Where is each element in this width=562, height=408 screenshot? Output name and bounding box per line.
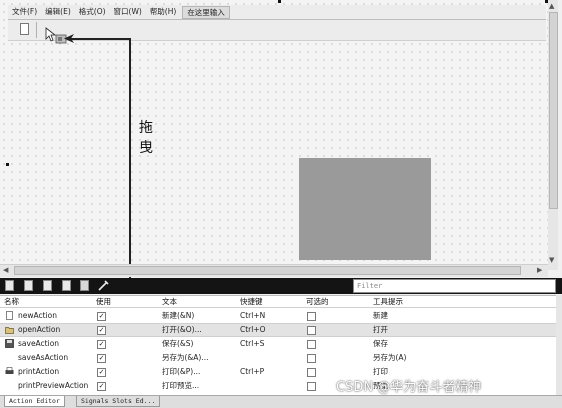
drag-path-line — [129, 38, 131, 284]
cut-action-icon[interactable] — [43, 280, 52, 291]
column-header-name[interactable]: 名称 — [4, 296, 19, 307]
action-table-scrollbar[interactable] — [556, 295, 562, 395]
copy-action-icon[interactable] — [24, 280, 33, 291]
placeholder-widget[interactable] — [299, 158, 431, 260]
column-header-checkable[interactable]: 可选的 — [306, 296, 329, 307]
checkable-checkbox[interactable] — [307, 312, 316, 321]
menu-format[interactable]: 格式(O) — [75, 5, 110, 19]
action-tooltip-cell: 另存为(A) — [373, 353, 407, 362]
paste-action-icon[interactable] — [62, 280, 71, 291]
printer-icon — [5, 367, 14, 374]
arrow-left-icon — [64, 34, 74, 43]
menu-window[interactable]: 窗口(W) — [110, 5, 146, 19]
scroll-down-icon[interactable]: ▼ — [549, 255, 554, 265]
action-name-cell: printAction — [18, 367, 60, 376]
table-row[interactable] — [0, 323, 556, 337]
action-name-cell: printPreviewAction — [18, 381, 89, 390]
csdn-watermark: CSDN @华为奋斗者精神 — [336, 380, 482, 395]
table-row[interactable] — [0, 337, 556, 351]
used-checkbox[interactable]: ✓ — [97, 312, 106, 321]
used-checkbox[interactable]: ✓ — [97, 354, 106, 363]
open-folder-icon — [5, 327, 14, 334]
header-divider — [0, 307, 556, 308]
checkable-checkbox[interactable] — [307, 382, 316, 391]
table-row[interactable] — [0, 351, 556, 365]
column-header-tooltip[interactable]: 工具提示 — [373, 296, 403, 307]
tab-action-editor[interactable]: Action Editor — [4, 396, 65, 407]
tab-signals-slots-editor[interactable]: Signals Slots Ed... — [76, 396, 161, 407]
column-header-shortcut[interactable]: 快捷键 — [240, 296, 263, 307]
action-text-cell: 打开(&O)... — [162, 325, 202, 334]
action-text-cell: 保存(&S) — [162, 339, 194, 348]
used-checkbox[interactable]: ✓ — [97, 382, 106, 391]
configure-wrench-icon[interactable] — [97, 280, 109, 292]
drag-path-line — [70, 38, 130, 40]
drag-label: 拖 曳 — [139, 120, 153, 156]
checkable-checkbox[interactable] — [307, 340, 316, 349]
action-shortcut-cell: Ctrl+S — [240, 339, 265, 348]
action-shortcut-cell: Ctrl+N — [240, 311, 266, 320]
table-row[interactable] — [0, 309, 556, 323]
new-file-icon[interactable] — [20, 23, 29, 35]
column-header-text[interactable]: 文本 — [162, 296, 177, 307]
scroll-up-icon[interactable]: ▲ — [549, 1, 554, 11]
action-name-cell: openAction — [18, 325, 61, 334]
scroll-right-icon[interactable]: ▶ — [537, 265, 542, 275]
checkable-checkbox[interactable] — [307, 326, 316, 335]
menu-file[interactable]: 文件(F) — [8, 5, 41, 19]
action-shortcut-cell: Ctrl+O — [240, 325, 266, 334]
selection-handle[interactable] — [6, 163, 9, 166]
toolbar-separator — [36, 22, 37, 38]
action-text-cell: 另存为(&A)... — [162, 353, 209, 362]
scroll-left-icon[interactable]: ◀ — [3, 265, 8, 275]
used-checkbox[interactable]: ✓ — [97, 326, 106, 335]
checkable-checkbox[interactable] — [307, 354, 316, 363]
action-name-cell: saveAsAction — [18, 353, 69, 362]
menu-edit[interactable]: 编辑(E) — [41, 5, 75, 19]
action-text-cell: 打印预览... — [162, 381, 200, 390]
new-action-icon[interactable] — [5, 280, 14, 291]
menu-type-here[interactable]: 在这里输入 — [182, 5, 230, 19]
used-checkbox[interactable]: ✓ — [97, 340, 106, 349]
action-text-cell: 打印(&P)... — [162, 367, 201, 376]
action-name-cell: newAction — [18, 311, 57, 320]
horizontal-scroll-thumb[interactable] — [14, 266, 521, 275]
menu-help[interactable]: 帮助(H) — [146, 5, 181, 19]
selection-handle[interactable] — [278, 0, 281, 3]
action-filter-input[interactable]: Filter — [353, 279, 556, 293]
action-shortcut-cell: Ctrl+P — [240, 367, 265, 376]
new-file-icon — [6, 311, 13, 320]
action-name-cell: saveAction — [18, 339, 60, 348]
action-text-cell: 新建(&N) — [162, 311, 195, 320]
vertical-scroll-thumb[interactable] — [549, 12, 558, 209]
action-tooltip-cell: 保存 — [373, 339, 388, 348]
action-tooltip-cell: 打开 — [373, 325, 388, 334]
action-tooltip-cell: 新建 — [373, 311, 388, 320]
save-icon — [5, 339, 14, 348]
checkable-checkbox[interactable] — [307, 368, 316, 377]
column-header-used[interactable]: 使用 — [96, 296, 111, 307]
delete-action-icon[interactable] — [80, 280, 89, 291]
form-menubar: 文件(F) 编辑(E) 格式(O) 窗口(W) 帮助(H) 在这里输入 — [8, 5, 546, 20]
used-checkbox[interactable]: ✓ — [97, 368, 106, 377]
